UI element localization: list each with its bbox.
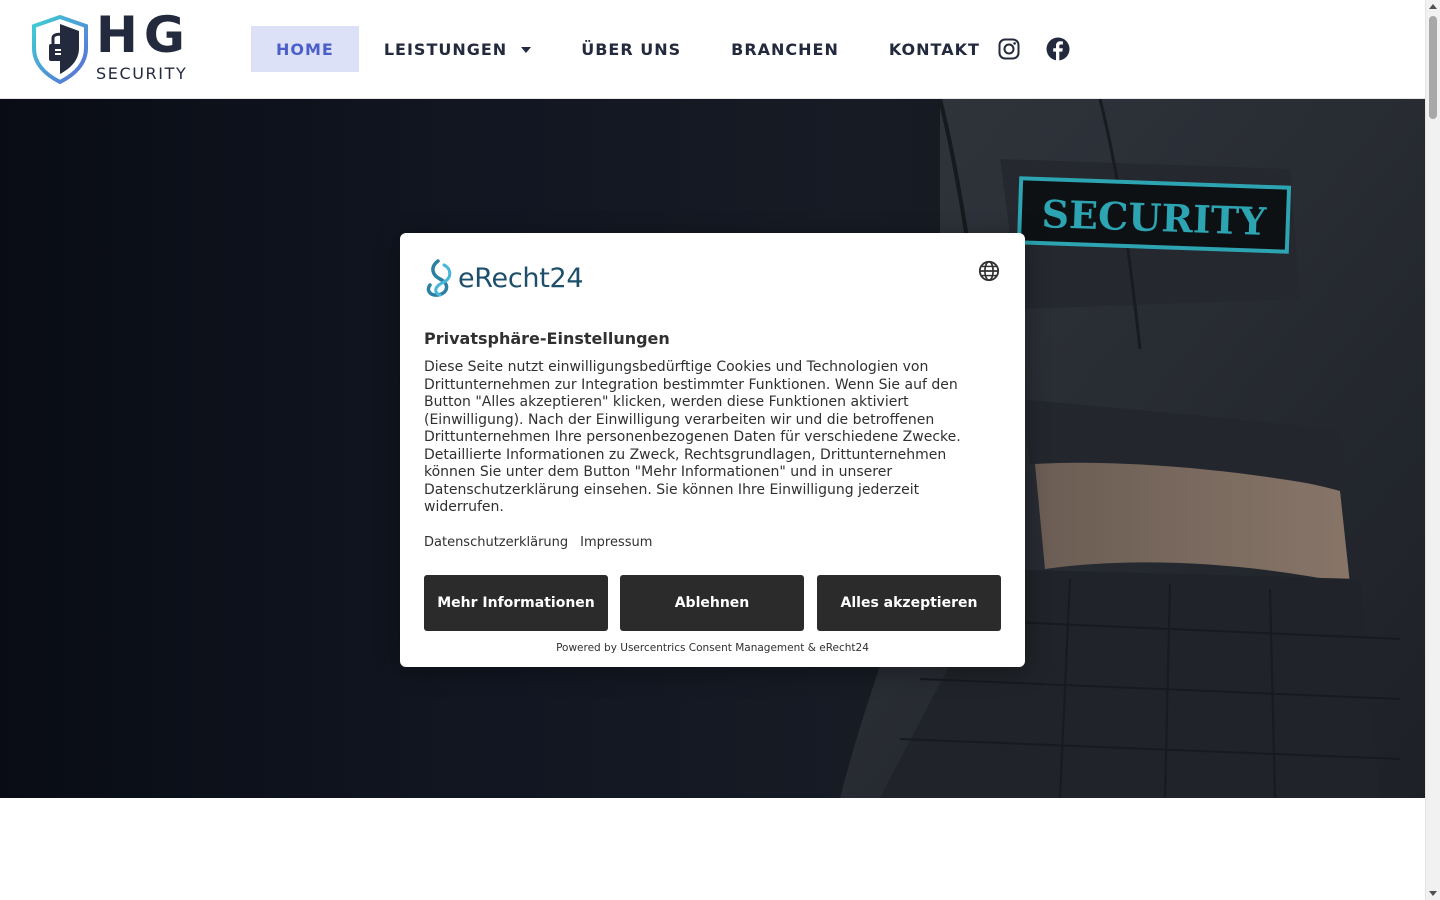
nav-item-label: ÜBER UNS: [581, 39, 682, 59]
erecht24-logo-mark: [426, 259, 452, 297]
nav-item-ueber-uns[interactable]: ÜBER UNS: [556, 26, 706, 72]
logo-wordmark: HG: [96, 6, 191, 64]
nav-item-home[interactable]: HOME: [251, 26, 359, 72]
chevron-down-icon: [521, 47, 532, 53]
site-header: HG SECURITY HOME LEISTUNGEN ÜBER UNS BRA…: [0, 0, 1425, 99]
more-info-button[interactable]: Mehr Informationen: [424, 575, 608, 631]
consent-title: Privatsphäre-Einstellungen: [424, 329, 670, 348]
consent-body-text: Diese Seite nutzt einwilligungsbedürftig…: [424, 359, 961, 515]
decline-button[interactable]: Ablehnen: [620, 575, 804, 631]
erecht24-logo: eRecht24: [424, 257, 594, 299]
nav-item-branchen[interactable]: BRANCHEN: [706, 26, 864, 72]
page-scrollbar[interactable]: [1425, 0, 1440, 900]
scroll-up-arrow-icon[interactable]: [1429, 4, 1437, 9]
facebook-icon[interactable]: [1046, 37, 1070, 61]
nav-item-label: KONTAKT: [888, 39, 980, 59]
cookie-consent-dialog: eRecht24 Privatsphäre-Einstellungen Dies…: [400, 233, 1025, 667]
nav-item-label: BRANCHEN: [731, 39, 839, 59]
scrollbar-thumb[interactable]: [1429, 16, 1437, 119]
consent-links: Datenschutzerklärung Impressum: [424, 535, 652, 550]
accept-all-button[interactable]: Alles akzeptieren: [817, 575, 1001, 631]
scroll-down-arrow-icon[interactable]: [1429, 891, 1437, 896]
content-area: [0, 798, 1425, 900]
erecht24-logo-text: eRecht24: [458, 263, 584, 294]
nav-item-label: HOME: [276, 39, 334, 59]
shield-lock-icon: [32, 14, 88, 84]
nav-item-label: LEISTUNGEN: [383, 39, 508, 59]
globe-icon[interactable]: [978, 260, 1000, 282]
imprint-link[interactable]: Impressum: [580, 535, 652, 550]
main-nav: HOME LEISTUNGEN ÜBER UNS BRANCHEN KONTAK…: [251, 26, 1005, 72]
privacy-policy-link[interactable]: Datenschutzerklärung: [424, 535, 568, 550]
site-logo[interactable]: HG SECURITY: [30, 10, 190, 86]
powered-by-text: Powered by Usercentrics Consent Manageme…: [556, 642, 869, 654]
logo-tagline: SECURITY: [96, 64, 188, 83]
nav-item-leistungen[interactable]: LEISTUNGEN: [359, 26, 556, 72]
instagram-icon[interactable]: [997, 37, 1021, 61]
nav-item-kontakt[interactable]: KONTAKT: [864, 26, 1005, 72]
